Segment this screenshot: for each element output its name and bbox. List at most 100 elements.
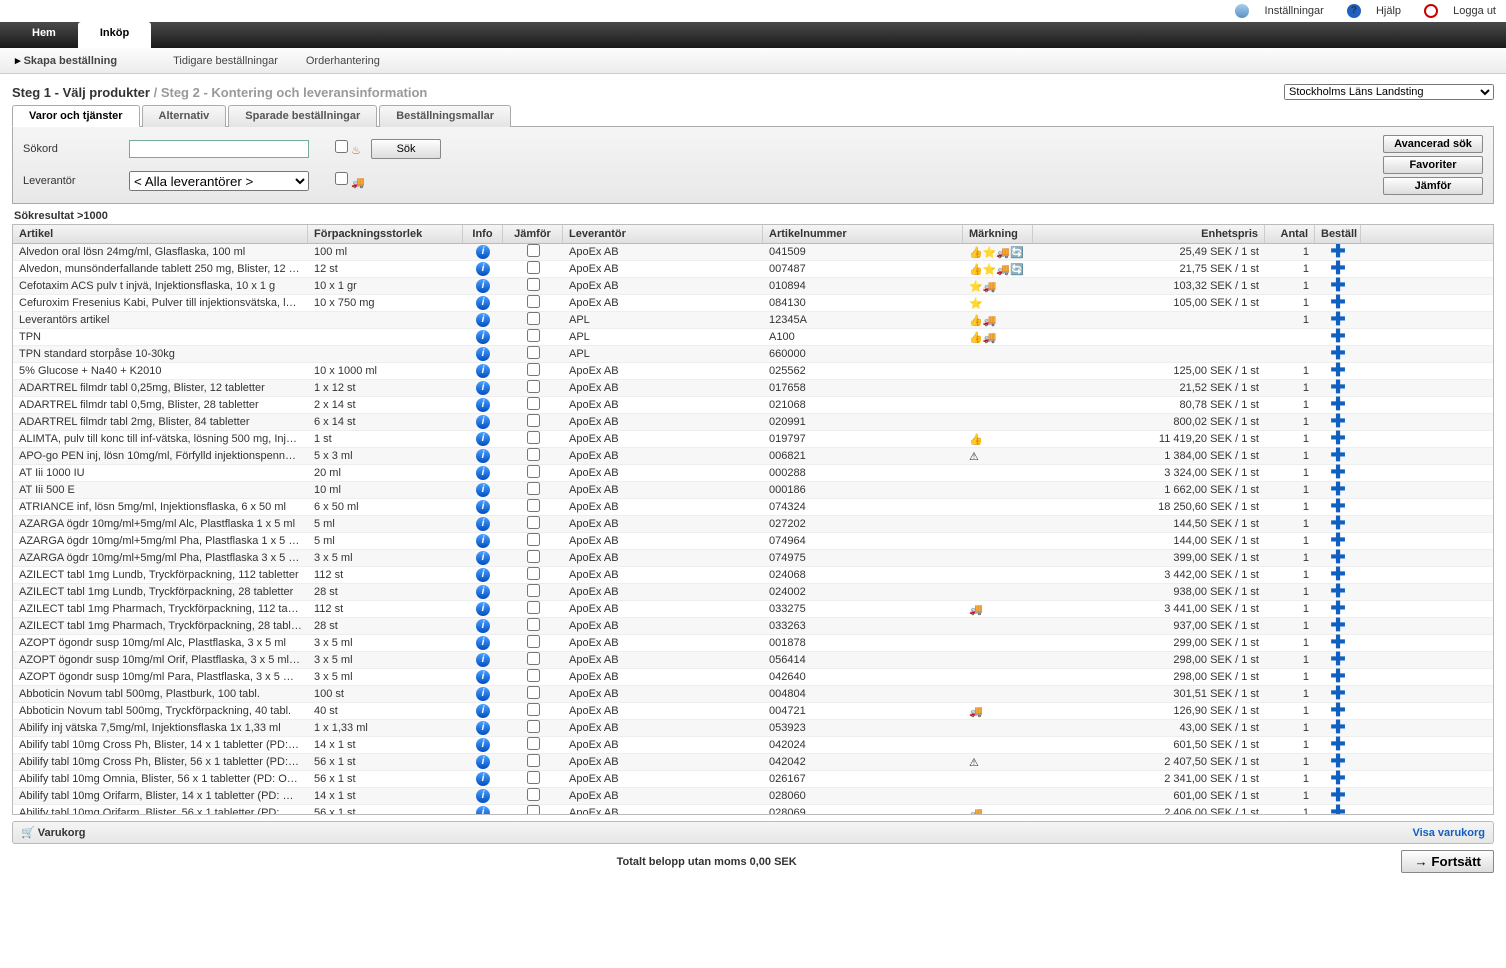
- keyword-input[interactable]: [129, 140, 309, 158]
- tab-order-templates[interactable]: Beställningsmallar: [379, 105, 511, 127]
- add-icon[interactable]: ✚: [1330, 651, 1345, 669]
- info-icon[interactable]: i: [476, 704, 490, 718]
- col-price[interactable]: Enhetspris: [1033, 225, 1265, 243]
- table-row[interactable]: ADARTREL filmdr tabl 0,25mg, Blister, 12…: [13, 380, 1493, 397]
- info-icon[interactable]: i: [476, 585, 490, 599]
- compare-checkbox[interactable]: [527, 618, 540, 631]
- table-row[interactable]: Abilify tabl 10mg Orifarm, Blister, 14 x…: [13, 788, 1493, 805]
- info-icon[interactable]: i: [476, 245, 490, 259]
- info-icon[interactable]: i: [476, 449, 490, 463]
- info-icon[interactable]: i: [476, 636, 490, 650]
- info-icon[interactable]: i: [476, 806, 490, 814]
- table-row[interactable]: Alvedon, munsönderfallande tablett 250 m…: [13, 261, 1493, 278]
- add-icon[interactable]: ✚: [1330, 328, 1345, 346]
- info-icon[interactable]: i: [476, 466, 490, 480]
- table-row[interactable]: AT Iii 1000 IU20 mliApoEx AB0002883 324,…: [13, 465, 1493, 482]
- compare-checkbox[interactable]: [527, 533, 540, 546]
- add-icon[interactable]: ✚: [1330, 447, 1345, 465]
- table-row[interactable]: AZARGA ögdr 10mg/ml+5mg/ml Pha, Plastfla…: [13, 533, 1493, 550]
- grid-body[interactable]: Alvedon oral lösn 24mg/ml, Glasflaska, 1…: [13, 244, 1493, 814]
- table-row[interactable]: Cefotaxim ACS pulv t injvä, Injektionsfl…: [13, 278, 1493, 295]
- favorites-button[interactable]: Favoriter: [1383, 156, 1483, 174]
- add-icon[interactable]: ✚: [1330, 583, 1345, 601]
- table-row[interactable]: Abilify tabl 10mg Cross Ph, Blister, 56 …: [13, 754, 1493, 771]
- add-icon[interactable]: ✚: [1330, 294, 1345, 312]
- compare-checkbox[interactable]: [527, 414, 540, 427]
- compare-checkbox[interactable]: [527, 567, 540, 580]
- compare-checkbox[interactable]: [527, 465, 540, 478]
- info-icon[interactable]: i: [476, 738, 490, 752]
- tab-purchase[interactable]: Inköp: [78, 22, 151, 48]
- info-icon[interactable]: i: [476, 619, 490, 633]
- info-icon[interactable]: i: [476, 398, 490, 412]
- add-icon[interactable]: ✚: [1330, 362, 1345, 380]
- table-row[interactable]: AZOPT ögondr susp 10mg/ml Para, Plastfla…: [13, 669, 1493, 686]
- compare-checkbox[interactable]: [527, 550, 540, 563]
- compare-checkbox[interactable]: [527, 380, 540, 393]
- proceed-button[interactable]: → Fortsätt: [1401, 850, 1494, 873]
- compare-checkbox[interactable]: [527, 329, 540, 342]
- table-row[interactable]: ATRIANCE inf, lösn 5mg/ml, Injektionsfla…: [13, 499, 1493, 516]
- table-row[interactable]: AT Iii 500 E10 mliApoEx AB0001861 662,00…: [13, 482, 1493, 499]
- compare-checkbox[interactable]: [527, 244, 540, 257]
- col-order[interactable]: Beställ: [1315, 225, 1361, 243]
- info-icon[interactable]: i: [476, 500, 490, 514]
- table-row[interactable]: Abilify tabl 10mg Orifarm, Blister, 56 x…: [13, 805, 1493, 814]
- add-icon[interactable]: ✚: [1330, 634, 1345, 652]
- compare-checkbox[interactable]: [527, 805, 540, 814]
- table-row[interactable]: Alvedon oral lösn 24mg/ml, Glasflaska, 1…: [13, 244, 1493, 261]
- add-icon[interactable]: ✚: [1330, 804, 1345, 814]
- info-icon[interactable]: i: [476, 347, 490, 361]
- compare-checkbox[interactable]: [527, 499, 540, 512]
- col-compare[interactable]: Jämför: [503, 225, 563, 243]
- add-icon[interactable]: ✚: [1330, 515, 1345, 533]
- info-icon[interactable]: i: [476, 296, 490, 310]
- compare-button[interactable]: Jämför: [1383, 177, 1483, 195]
- add-icon[interactable]: ✚: [1330, 549, 1345, 567]
- table-row[interactable]: Abboticin Novum tabl 500mg, Plastburk, 1…: [13, 686, 1493, 703]
- add-icon[interactable]: ✚: [1330, 736, 1345, 754]
- compare-checkbox[interactable]: [527, 346, 540, 359]
- add-icon[interactable]: ✚: [1330, 396, 1345, 414]
- table-row[interactable]: AZILECT tabl 1mg Lundb, Tryckförpackning…: [13, 584, 1493, 601]
- col-article[interactable]: Artikel: [13, 225, 308, 243]
- add-icon[interactable]: ✚: [1330, 379, 1345, 397]
- info-icon[interactable]: i: [476, 381, 490, 395]
- compare-checkbox[interactable]: [527, 737, 540, 750]
- advanced-search-button[interactable]: Avancerad sök: [1383, 135, 1483, 153]
- table-row[interactable]: 5% Glucose + Na40 + K201010 x 1000 mliAp…: [13, 363, 1493, 380]
- info-icon[interactable]: i: [476, 721, 490, 735]
- table-row[interactable]: APO-go PEN inj, lösn 10mg/ml, Förfylld i…: [13, 448, 1493, 465]
- settings-link[interactable]: Inställningar: [1225, 5, 1323, 17]
- table-row[interactable]: TPN standard storpåse 10-30kgiAPL660000✚: [13, 346, 1493, 363]
- compare-checkbox[interactable]: [527, 754, 540, 767]
- add-icon[interactable]: ✚: [1330, 702, 1345, 720]
- info-icon[interactable]: i: [476, 415, 490, 429]
- add-icon[interactable]: ✚: [1330, 617, 1345, 635]
- compare-checkbox[interactable]: [527, 703, 540, 716]
- info-icon[interactable]: i: [476, 313, 490, 327]
- add-icon[interactable]: ✚: [1330, 481, 1345, 499]
- compare-checkbox[interactable]: [527, 584, 540, 597]
- add-icon[interactable]: ✚: [1330, 685, 1345, 703]
- compare-checkbox[interactable]: [527, 601, 540, 614]
- compare-checkbox[interactable]: [527, 652, 540, 665]
- add-icon[interactable]: ✚: [1330, 464, 1345, 482]
- compare-checkbox[interactable]: [527, 312, 540, 325]
- compare-checkbox[interactable]: [527, 771, 540, 784]
- tab-alternatives[interactable]: Alternativ: [142, 105, 227, 127]
- compare-checkbox[interactable]: [527, 397, 540, 410]
- logout-link[interactable]: Logga ut: [1414, 5, 1496, 17]
- table-row[interactable]: TPNiAPLA100👍🚚✚: [13, 329, 1493, 346]
- help-link[interactable]: ? Hjälp: [1337, 5, 1401, 17]
- info-icon[interactable]: i: [476, 483, 490, 497]
- tab-goods-services[interactable]: Varor och tjänster: [12, 105, 140, 127]
- table-row[interactable]: Abboticin Novum tabl 500mg, Tryckförpack…: [13, 703, 1493, 720]
- info-icon[interactable]: i: [476, 670, 490, 684]
- compare-checkbox[interactable]: [527, 363, 540, 376]
- supplier-checkbox[interactable]: [335, 172, 348, 185]
- add-icon[interactable]: ✚: [1330, 532, 1345, 550]
- compare-checkbox[interactable]: [527, 278, 540, 291]
- col-qty[interactable]: Antal: [1265, 225, 1315, 243]
- table-row[interactable]: AZOPT ögondr susp 10mg/ml Orif, Plastfla…: [13, 652, 1493, 669]
